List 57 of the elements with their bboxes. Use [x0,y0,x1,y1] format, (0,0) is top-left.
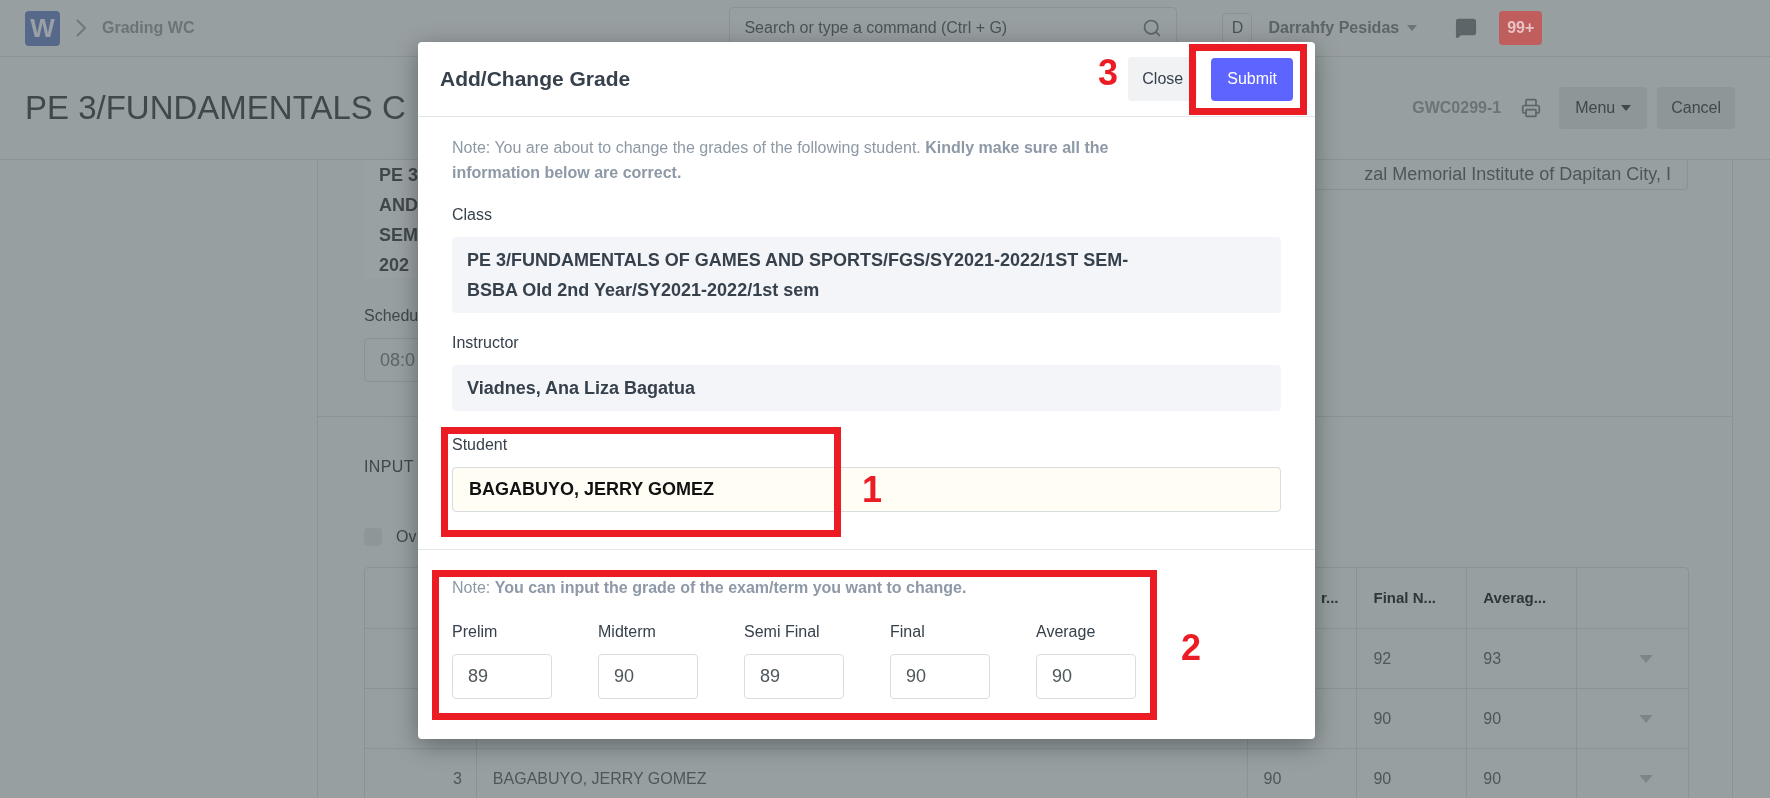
grade-input[interactable]: 89 [452,654,552,699]
chat-icon[interactable] [1455,17,1478,39]
close-button[interactable]: Close [1128,57,1198,101]
field-text: PE 3 [379,164,419,187]
cancel-button[interactable]: Cancel [1657,87,1735,129]
column-header: Averag... [1483,587,1547,608]
field-label: Student [452,435,508,455]
grade-input[interactable]: 89 [744,654,844,699]
table-cell-text: 90 [1373,708,1392,729]
field-label: Prelim [452,622,498,642]
field-text: SEM [379,224,418,247]
row-number: 3 [452,768,462,789]
table-cell-text: 90 [1483,708,1502,729]
column-header: Final N... [1373,587,1436,608]
page-title: PE 3/FUNDAMENTALS C [25,88,406,129]
submit-button[interactable]: Submit [1211,57,1293,101]
caret-icon [1621,105,1632,111]
field-label: Average [1036,622,1096,642]
table-cell-text: 93 [1483,648,1502,669]
field-label: Class [452,205,492,225]
search-icon [1142,18,1163,38]
grade-input[interactable]: 90 [890,654,990,699]
annotation-number: 3 [1098,55,1119,91]
field-text: AND [379,194,418,217]
caret-icon [1638,774,1654,783]
caret-icon [1407,25,1418,31]
field-label: Semi Final [744,622,820,642]
table-cell-text: 90 [1483,768,1502,789]
readonly-field: Viadnes, Ana Liza Bagatua [452,365,1281,411]
column-header: r... [1320,587,1339,608]
field-text: 202 [379,254,410,277]
grade-note: Note: You can input the grade of the exam/term you want to change. [452,578,968,598]
chevron-icon [76,19,86,37]
dialog-title: Add/Change Grade [440,66,631,93]
caret-icon [1638,714,1654,723]
dialog-note: Note: You are about to change the grades of the following student. Kindly make sure all the information below are correct. [452,138,1110,183]
annotation-number: 1 [862,472,883,508]
grade-input[interactable]: 90 [598,654,698,699]
readonly-field: PE 3/FUNDAMENTALS OF GAMES AND SPORTS/FGS/SY2021-2022/1ST SEM-BSBA Old 2nd Year/SY2021-2022/1st sem [452,237,1281,313]
field-label: Instructor [452,333,519,353]
table-cell-text: 90 [1373,768,1392,789]
menu-button[interactable]: Menu [1559,87,1648,129]
checkbox-label[interactable]: Ov [396,525,417,549]
caret-icon [1638,654,1654,663]
section-title: INPUT [364,457,414,477]
annotation-number: 2 [1181,630,1202,666]
app-logo[interactable]: W [25,10,60,46]
notification-badge[interactable]: 99+ [1499,11,1543,45]
table-cell-text: 92 [1373,648,1392,669]
print-icon[interactable] [1521,98,1542,118]
grade-input[interactable]: 90 [1036,654,1136,699]
field-label: Midterm [598,622,656,642]
field-label: Schedu [364,306,419,326]
field-label: Final [890,622,925,642]
table-cell-text: BAGABUYO, JERRY GOMEZ [492,768,707,789]
user-menu-button[interactable]: Darrahfy Pesidas [1268,16,1418,40]
table-cell-text: 90 [1263,768,1282,789]
